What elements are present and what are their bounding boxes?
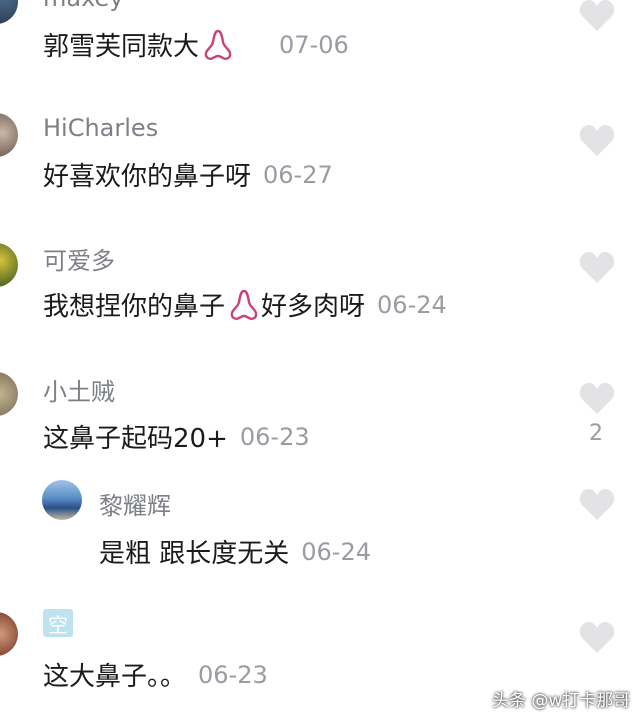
avatar[interactable] — [0, 113, 18, 157]
comment-date: 06-23 — [198, 660, 268, 689]
comment-username[interactable]: 可爱多 — [43, 241, 115, 276]
comment-date: 06-27 — [263, 160, 333, 189]
comment-date: 06-23 — [239, 422, 310, 451]
comment-text: 我想捏你的鼻子 好多肉呀 06-24 — [43, 286, 447, 323]
heart-icon[interactable] — [578, 250, 616, 284]
heart-icon[interactable] — [578, 487, 616, 521]
reply-username[interactable]: 黎耀辉 — [99, 486, 171, 521]
comment-body-continued: 好多肉呀 — [261, 292, 366, 322]
avatar[interactable] — [0, 243, 18, 287]
comment-text: 郭雪芙同款大 07-06 — [43, 26, 349, 63]
heart-icon[interactable] — [578, 381, 616, 415]
comment-body: 我想捏你的鼻子 — [43, 292, 226, 322]
reply-avatar[interactable] — [42, 480, 82, 520]
reply-date: 06-24 — [301, 537, 372, 566]
comment-body: 郭雪芙同款大 — [43, 32, 200, 62]
watermark: 头条 @w打卡那哥 — [492, 691, 631, 711]
comment-username[interactable]: maxey — [43, 0, 124, 12]
avatar[interactable] — [0, 612, 18, 656]
comment-date: 07-06 — [279, 30, 349, 59]
comment-text: 这大鼻子。。 06-23 — [43, 656, 268, 693]
reply-body: 是粗 跟长度无关 — [99, 539, 290, 569]
comment-username[interactable]: 小土贼 — [43, 372, 115, 407]
heart-icon[interactable] — [578, 620, 616, 654]
reply-text: 是粗 跟长度无关 06-24 — [99, 533, 371, 570]
nose-emoji-icon — [204, 29, 232, 60]
avatar[interactable] — [0, 372, 18, 416]
comment-username[interactable]: HiCharles — [43, 114, 158, 142]
avatar[interactable] — [0, 0, 18, 24]
comment-text: 好喜欢你的鼻子呀 06-27 — [43, 156, 333, 193]
comment-body: 好喜欢你的鼻子呀 — [43, 162, 252, 192]
comment-date: 06-24 — [377, 290, 447, 319]
like-count: 2 — [589, 421, 603, 446]
comment-body: 这鼻子起码20+ — [43, 424, 228, 454]
nose-emoji-icon — [230, 289, 258, 320]
comment-body: 这大鼻子。。 — [43, 662, 187, 692]
comment-text: 这鼻子起码20+ 06-23 — [43, 418, 310, 455]
heart-icon[interactable] — [578, 0, 616, 32]
heart-icon[interactable] — [578, 123, 616, 157]
username-badge[interactable]: 空 — [43, 609, 73, 637]
